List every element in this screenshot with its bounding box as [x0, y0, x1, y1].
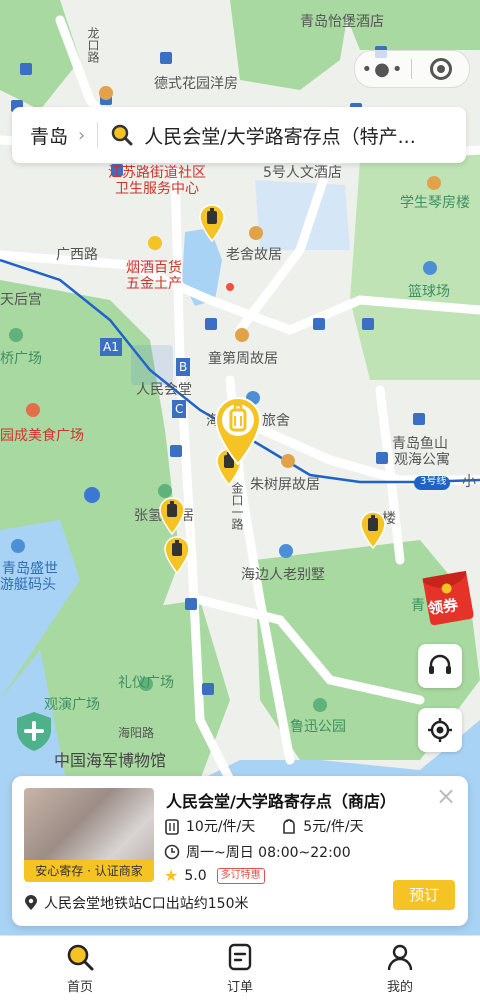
more-icon[interactable]: •●• — [355, 59, 411, 80]
hours-row: 周一~周日 08:00~22:00 — [164, 842, 351, 862]
luggage-marker[interactable] — [199, 204, 225, 242]
map-label-hall: 人民会堂 — [136, 382, 192, 398]
luggage-marker[interactable] — [159, 497, 185, 535]
tab-label: 订单 — [226, 980, 253, 995]
map-label-museum: 中国海军博物馆 — [54, 751, 167, 770]
book-button[interactable]: 预订 — [393, 880, 455, 910]
location-row: 人民会堂地铁站C口出站约150米 — [24, 893, 249, 913]
map-label-piano: 学生琴房楼 — [400, 195, 470, 211]
map-label-store-2: 五金土产 — [126, 276, 182, 292]
map-label-villa: 德式花园洋房 — [154, 76, 238, 92]
tab-label: 首页 — [66, 980, 93, 995]
search-icon — [67, 944, 94, 971]
map-label-temple: 天后宫 — [0, 292, 42, 308]
map-label-jinkou: 金口一路 — [230, 482, 244, 530]
luggage-marker[interactable] — [164, 536, 190, 574]
locate-button[interactable] — [418, 708, 462, 752]
tab-orders[interactable]: 订单 — [160, 936, 320, 1000]
coupon-label: 领券 — [426, 595, 460, 618]
city-label: 青岛 — [30, 125, 69, 148]
map-label-xiao: 小 — [462, 474, 476, 490]
tab-profile[interactable]: 我的 — [320, 936, 480, 1000]
price-large-bag: 10元/件/天 — [186, 819, 256, 835]
map-label-liyi: 礼仪广场 — [118, 675, 174, 691]
map-label-haiyang: 海阳路 — [118, 726, 155, 740]
store-name: 人民会堂/大学路寄存点（商店） — [166, 792, 396, 811]
tab-home[interactable]: 首页 — [0, 936, 160, 1000]
map-label-marina-2: 游艇码头 — [0, 577, 56, 593]
certified-badge: 安心寄存 · 认证商家 — [24, 860, 154, 882]
location-description: 人民会堂地铁站C口出站约150米 — [44, 896, 249, 912]
customer-service-button[interactable] — [418, 644, 462, 688]
close-miniprogram-icon[interactable] — [412, 58, 469, 80]
location-pin-icon — [25, 895, 37, 910]
small-bag-icon — [283, 819, 296, 834]
selected-luggage-marker[interactable] — [214, 396, 262, 466]
search-bar[interactable]: 青岛 › 人民会堂/大学路寄存点（特产... — [12, 107, 466, 163]
search-icon — [111, 124, 133, 146]
map-label-travel: 旅舍 — [262, 413, 290, 429]
map-label-zhang: 张氢 — [134, 508, 162, 524]
headset-icon — [429, 654, 451, 674]
map-label-luxun: 鲁迅公园 — [290, 719, 346, 735]
tab-bar: 首页 订单 我的 — [0, 935, 480, 1000]
map-label-tongdizhou: 童第周故居 — [208, 351, 278, 367]
map-label-laoshe: 老舍故居 — [226, 247, 282, 263]
locate-icon — [428, 718, 452, 742]
map-label-road-guangxi: 广西路 — [56, 247, 98, 263]
metro-exit-b: B — [176, 358, 191, 376]
order-icon — [228, 943, 252, 971]
store-card[interactable]: 安心寄存 · 认证商家 人民会堂/大学路寄存点（商店） × 10元/件/天 5元… — [12, 776, 468, 926]
metro-exit-c: C — [172, 400, 187, 418]
user-icon — [387, 944, 413, 971]
discount-tag: 多订特惠 — [216, 867, 265, 884]
city-selector[interactable]: 青岛 › — [12, 122, 97, 149]
status-bar — [0, 0, 480, 24]
map-label-hotel5: 5号人文酒店 — [263, 165, 342, 181]
map-label-food: 园成美食广场 — [0, 428, 84, 444]
metro-exit-a1: A1 — [100, 338, 122, 356]
map-label-road: 龙口路 — [86, 27, 100, 63]
map-label-zhushuping: 朱树屏故居 — [250, 477, 320, 493]
miniprogram-capsule: •●• — [354, 50, 470, 88]
coupon-button[interactable]: 领券 — [420, 566, 480, 626]
map-label-villa-sea: 海边人老别墅 — [241, 567, 325, 583]
map-label-clinic-2: 卫生服务中心 — [115, 181, 199, 197]
large-luggage-icon — [165, 819, 179, 835]
clock-icon — [164, 844, 180, 860]
star-icon: ★ — [164, 866, 179, 885]
rating-row: ★ 5.0 多订特惠 — [164, 866, 265, 885]
insurance-shield-icon[interactable] — [14, 710, 54, 752]
search-input[interactable]: 人民会堂/大学路寄存点（特产... — [144, 122, 434, 149]
luggage-marker[interactable] — [360, 511, 386, 549]
map-label-court: 篮球场 — [408, 284, 450, 300]
metro-line-badge: 3号线 — [420, 476, 447, 487]
tab-label: 我的 — [386, 980, 413, 995]
price-small-bag: 5元/件/天 — [303, 819, 364, 835]
map-label-square: 桥广场 — [0, 351, 42, 367]
close-icon[interactable]: × — [436, 784, 456, 808]
map-label-yushan-2: 观海公寓 — [394, 452, 450, 468]
chevron-right-icon: › — [78, 124, 86, 146]
rating-value: 5.0 — [184, 867, 207, 884]
search-divider — [97, 122, 99, 148]
opening-hours: 周一~周日 08:00~22:00 — [186, 845, 351, 861]
price-row: 10元/件/天 5元/件/天 — [164, 816, 364, 836]
